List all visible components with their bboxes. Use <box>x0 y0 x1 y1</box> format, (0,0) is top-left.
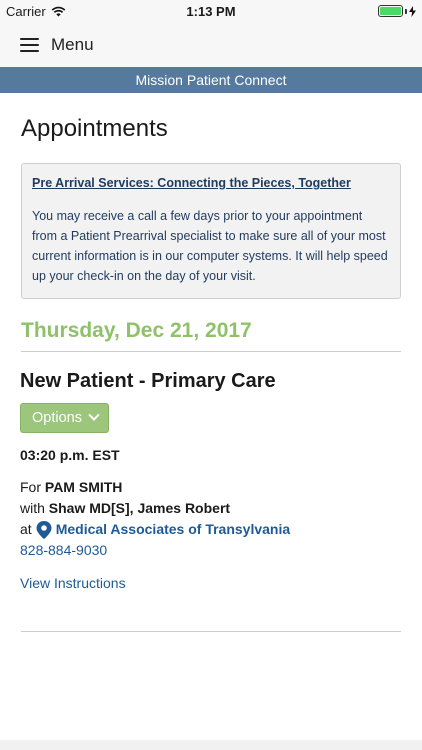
battery-fill <box>380 7 401 15</box>
patient-name: PAM SMITH <box>44 479 123 495</box>
appointment-title: New Patient - Primary Care <box>20 370 276 392</box>
banner-title: Mission Patient Connect <box>135 72 287 88</box>
location-line: at Medical Associates of Transylvania <box>20 519 402 540</box>
status-bar: Carrier 1:13 PM <box>0 0 422 22</box>
notice-body: You may receive a call a few days prior … <box>32 209 388 283</box>
hamburger-icon[interactable] <box>20 37 39 52</box>
footer-strip <box>0 740 422 750</box>
menu-label[interactable]: Menu <box>51 35 94 55</box>
chevron-down-icon <box>88 409 100 421</box>
phone-link[interactable]: 828-884-9030 <box>20 542 107 558</box>
location-link[interactable]: Medical Associates of Transylvania <box>56 519 290 540</box>
with-prefix: with <box>20 500 45 516</box>
menu-bar[interactable]: Menu <box>0 22 422 67</box>
patient-line: For PAM SMITH <box>20 477 402 498</box>
pre-arrival-notice: Pre Arrival Services: Connecting the Pie… <box>21 163 401 299</box>
status-left: Carrier <box>6 4 66 19</box>
appointment-details: For PAM SMITH with Shaw MD[S], James Rob… <box>20 477 402 561</box>
view-instructions-link[interactable]: View Instructions <box>20 575 402 591</box>
for-prefix: For <box>20 479 41 495</box>
provider-line: with Shaw MD[S], James Robert <box>20 498 402 519</box>
wifi-icon <box>51 6 66 16</box>
carrier-label: Carrier <box>6 3 46 19</box>
appointment-card: New Patient - Primary Care Options 03:20… <box>0 352 422 591</box>
at-prefix: at <box>20 521 32 537</box>
main-content: Appointments Pre Arrival Services: Conne… <box>0 113 422 352</box>
appointment-date-heading: Thursday, Dec 21, 2017 <box>21 319 401 352</box>
map-pin-icon[interactable] <box>36 520 52 539</box>
pre-arrival-link[interactable]: Pre Arrival Services: Connecting the Pie… <box>32 176 351 196</box>
page-title: Appointments <box>21 115 168 142</box>
battery-icon <box>378 5 416 17</box>
appointment-time: 03:20 p.m. EST <box>20 447 120 463</box>
app-banner: Mission Patient Connect <box>0 67 422 93</box>
section-divider <box>21 631 401 632</box>
provider-name: Shaw MD[S], James Robert <box>48 500 231 516</box>
charging-bolt-icon <box>409 5 416 17</box>
phone-line: 828-884-9030 <box>20 540 402 561</box>
options-label: Options <box>32 410 82 426</box>
options-button[interactable]: Options <box>20 403 109 433</box>
